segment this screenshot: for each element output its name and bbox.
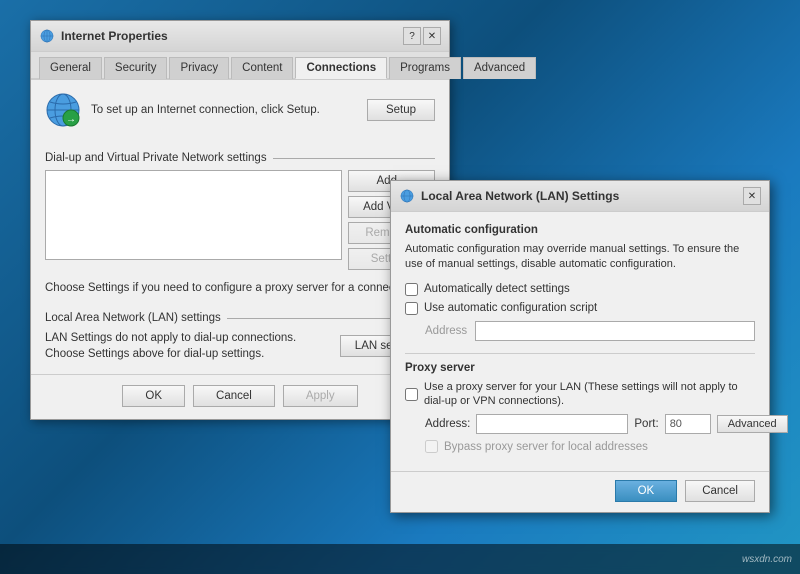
auto-script-label[interactable]: Use automatic configuration script — [424, 302, 597, 314]
tab-advanced[interactable]: Advanced — [463, 57, 536, 79]
proxy-checkbox-label[interactable]: Use a proxy server for your LAN (These s… — [424, 380, 755, 409]
lan-settings-dialog: Local Area Network (LAN) Settings ✕ Auto… — [390, 180, 770, 513]
help-button[interactable]: ? — [403, 27, 421, 45]
advanced-button[interactable]: Advanced — [717, 415, 788, 433]
port-label: Port: — [634, 418, 658, 430]
use-proxy-checkbox[interactable] — [405, 388, 418, 401]
dialup-section-header: Dial-up and Virtual Private Network sett… — [45, 152, 435, 164]
proxy-server-title: Proxy server — [405, 362, 755, 374]
tab-security[interactable]: Security — [104, 57, 168, 79]
lan-ok-button[interactable]: OK — [615, 480, 678, 502]
proxy-address-label: Address: — [425, 418, 470, 430]
auto-detect-label[interactable]: Automatically detect settings — [424, 283, 570, 295]
lan-description: LAN Settings do not apply to dial-up con… — [45, 330, 330, 362]
lan-title-bar: Local Area Network (LAN) Settings ✕ — [391, 181, 769, 212]
bypass-row: Bypass proxy server for local addresses — [425, 440, 755, 453]
dialog-icon — [39, 28, 55, 44]
auto-address-row: Address — [425, 321, 755, 341]
divider — [405, 353, 755, 354]
globe-icon: → — [45, 92, 81, 128]
ok-button[interactable]: OK — [122, 385, 185, 407]
auto-config-title: Automatic configuration — [405, 224, 755, 236]
tab-privacy[interactable]: Privacy — [169, 57, 229, 79]
auto-detect-checkbox[interactable] — [405, 283, 418, 296]
dialog-body: → To set up an Internet connection, clic… — [31, 80, 449, 374]
port-input[interactable] — [665, 414, 711, 434]
taskbar: wsxdn.com — [0, 544, 800, 574]
tab-general[interactable]: General — [39, 57, 102, 79]
watermark: wsxdn.com — [742, 554, 792, 565]
tab-bar: General Security Privacy Content Connect… — [31, 52, 449, 80]
tab-connections[interactable]: Connections — [295, 57, 387, 79]
lan-section: Local Area Network (LAN) settings LAN Se… — [45, 312, 435, 362]
svg-text:→: → — [66, 114, 76, 125]
apply-button[interactable]: Apply — [283, 385, 358, 407]
auto-config-desc: Automatic configuration may override man… — [405, 242, 755, 273]
lan-dialog-footer: OK Cancel — [391, 471, 769, 512]
lan-cancel-button[interactable]: Cancel — [685, 480, 755, 502]
lan-title-bar-left: Local Area Network (LAN) Settings — [399, 188, 619, 204]
close-button[interactable]: ✕ — [423, 27, 441, 45]
choose-settings-text: Choose Settings if you need to configure… — [45, 280, 435, 296]
title-bar-left: Internet Properties — [39, 28, 168, 44]
auto-address-input[interactable] — [475, 321, 755, 341]
dialup-area: Add... Add VPN... Remove... Settings — [45, 170, 435, 270]
bypass-checkbox[interactable] — [425, 440, 438, 453]
internet-properties-dialog: Internet Properties ? ✕ General Security… — [30, 20, 450, 420]
auto-detect-row: Automatically detect settings — [405, 283, 755, 296]
lan-dialog-title: Local Area Network (LAN) Settings — [421, 189, 619, 203]
dialog-title: Internet Properties — [61, 29, 168, 43]
setup-description: To set up an Internet connection, click … — [91, 102, 357, 118]
lan-section-header: Local Area Network (LAN) settings — [45, 312, 435, 324]
lan-dialog-icon — [399, 188, 415, 204]
address-placeholder-label: Address — [425, 325, 467, 337]
proxy-checkbox-row: Use a proxy server for your LAN (These s… — [405, 380, 755, 409]
lan-close-button[interactable]: ✕ — [743, 187, 761, 205]
tab-content[interactable]: Content — [231, 57, 293, 79]
title-bar-controls: ? ✕ — [403, 27, 441, 45]
lan-title-bar-controls: ✕ — [743, 187, 761, 205]
auto-script-checkbox[interactable] — [405, 302, 418, 315]
bypass-label[interactable]: Bypass proxy server for local addresses — [444, 441, 648, 453]
cancel-button[interactable]: Cancel — [193, 385, 275, 407]
setup-button[interactable]: Setup — [367, 99, 435, 121]
dialup-list[interactable] — [45, 170, 342, 260]
setup-row: → To set up an Internet connection, clic… — [45, 92, 435, 138]
lan-dialog-body: Automatic configuration Automatic config… — [391, 212, 769, 471]
dialog-footer: OK Cancel Apply — [31, 374, 449, 419]
proxy-address-input[interactable] — [476, 414, 628, 434]
proxy-addr-row: Address: Port: Advanced — [425, 414, 755, 434]
title-bar: Internet Properties ? ✕ — [31, 21, 449, 52]
auto-script-row: Use automatic configuration script — [405, 302, 755, 315]
lan-row: LAN Settings do not apply to dial-up con… — [45, 330, 435, 362]
tab-programs[interactable]: Programs — [389, 57, 461, 79]
